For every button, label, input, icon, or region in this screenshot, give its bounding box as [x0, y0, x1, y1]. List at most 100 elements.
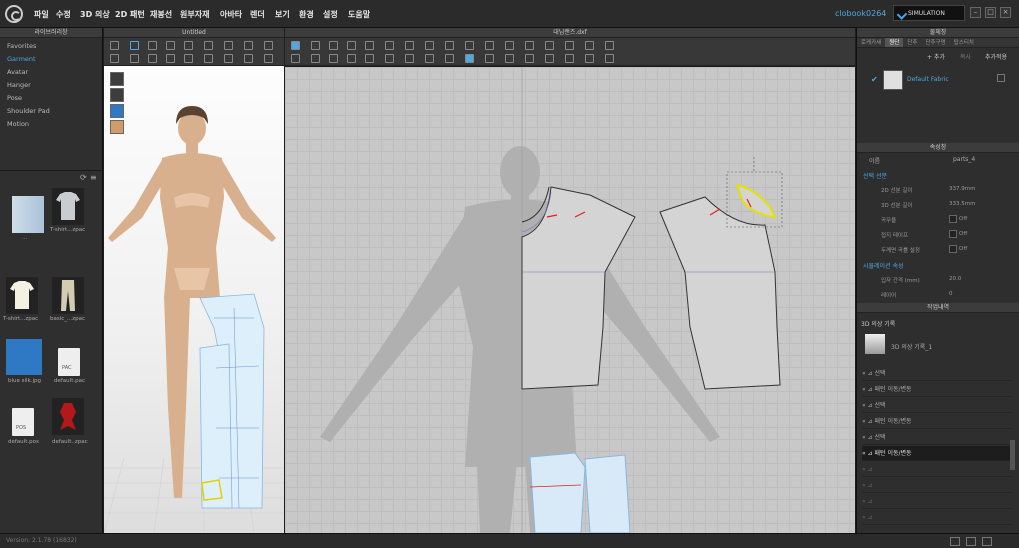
lock-tool-icon[interactable] [166, 54, 175, 63]
pin-tool-icon[interactable] [166, 41, 175, 50]
library-item-avatar[interactable]: Avatar [7, 68, 28, 76]
layout-single-icon[interactable] [950, 537, 960, 546]
texture-display-icon[interactable] [110, 104, 124, 118]
annotation-icon[interactable] [485, 54, 494, 63]
tshirt-thumbnail-2[interactable] [6, 277, 38, 314]
offset-icon[interactable] [565, 54, 574, 63]
fabric-swatch[interactable] [883, 70, 903, 90]
options-tool-icon[interactable] [264, 54, 273, 63]
stitch-tool-icon[interactable] [244, 41, 253, 50]
pants-thumbnail[interactable] [52, 277, 84, 314]
pos-file-icon[interactable]: POS [12, 408, 34, 436]
tape-tool-icon[interactable] [204, 41, 213, 50]
copy-fabric-button[interactable]: 복사 [960, 52, 971, 61]
measure-tool-icon[interactable] [184, 41, 193, 50]
history-row[interactable]: « ⊿ 선택 [862, 430, 1012, 445]
pattern-select-icon[interactable] [291, 41, 300, 50]
polygon-tool-icon[interactable] [347, 41, 356, 50]
garment-display-icon[interactable] [110, 88, 124, 102]
symmetric-icon[interactable] [545, 54, 554, 63]
free-sew-icon[interactable] [311, 54, 320, 63]
grade-icon[interactable] [445, 54, 454, 63]
pleat-icon[interactable] [365, 54, 374, 63]
menu-2d-pattern[interactable]: 2D 패턴 [115, 9, 145, 20]
history-row[interactable]: « ⊿ 패턴 이동/변동 [862, 414, 1012, 429]
tab-topstitch[interactable]: 탑스티치 [950, 38, 978, 47]
avatar-tool-icon[interactable] [148, 54, 157, 63]
menu-environment[interactable]: 환경 [299, 9, 314, 20]
fold-line-icon[interactable] [565, 41, 574, 50]
tuck-icon[interactable] [385, 54, 394, 63]
check-sew-icon[interactable] [329, 54, 338, 63]
history-record[interactable]: 3D 의상 기록_1 [891, 342, 932, 351]
trace-tool-icon[interactable] [445, 41, 454, 50]
history-row-disabled[interactable]: « ⊿ [862, 494, 1012, 509]
section-simulation[interactable]: 시뮬레이션 속성 [863, 261, 904, 270]
tab-fabric[interactable]: 원단 [885, 38, 904, 47]
2d-pattern-canvas[interactable] [285, 67, 855, 533]
history-row[interactable]: « ⊿ 선택 [862, 398, 1012, 413]
snap-icon[interactable] [585, 54, 594, 63]
light-tool-icon[interactable] [224, 54, 233, 63]
menu-edit[interactable]: 수정 [56, 9, 71, 20]
menu-avatar[interactable]: 아바타 [220, 9, 242, 20]
mirror-icon[interactable] [525, 54, 534, 63]
segment-sew-icon[interactable] [291, 54, 300, 63]
library-item-pose[interactable]: Pose [7, 94, 22, 102]
history-row-disabled[interactable]: « ⊿ [862, 478, 1012, 493]
buttonhole-tool-icon[interactable] [505, 41, 514, 50]
dart-tool-icon[interactable] [425, 41, 434, 50]
prop-layer-value[interactable]: 0 [949, 291, 953, 297]
tab-button[interactable]: 단추 [903, 38, 921, 47]
maximize-button[interactable]: □ [985, 7, 996, 18]
library-item-hanger[interactable]: Hanger [7, 81, 31, 89]
prop-particle-value[interactable]: 20.0 [949, 276, 961, 282]
user-name[interactable]: clobook0264 [835, 9, 886, 18]
history-scrollbar[interactable] [1010, 440, 1015, 470]
render-tool-icon[interactable] [244, 54, 253, 63]
sew-tool-icon[interactable] [264, 41, 273, 50]
library-item-garment[interactable]: Garment [7, 55, 36, 63]
grainline-icon[interactable] [605, 41, 614, 50]
cut-tool-icon[interactable] [224, 41, 233, 50]
menu-materials[interactable]: 원부자재 [180, 9, 209, 20]
refresh-icon[interactable]: ⟳ [80, 173, 87, 182]
menu-help[interactable]: 도움말 [348, 9, 370, 20]
menu-view[interactable]: 보기 [275, 9, 290, 20]
tshirt-thumbnail-1[interactable] [52, 188, 84, 225]
skin-display-icon[interactable] [110, 120, 124, 134]
walk-tool-icon[interactable] [110, 54, 119, 63]
copy-icon[interactable] [505, 54, 514, 63]
fabric-name[interactable]: Default Fabric [907, 76, 949, 83]
favorites-label[interactable]: Favorites [7, 42, 36, 50]
pattern-name-value[interactable]: parts_4 [953, 156, 975, 163]
visibility-tool-icon[interactable] [184, 54, 193, 63]
history-row-disabled[interactable]: « ⊿ [862, 462, 1012, 477]
red-garment-thumbnail[interactable] [52, 398, 84, 435]
select-tool-icon[interactable] [110, 41, 119, 50]
blue-silk-thumbnail[interactable] [6, 339, 42, 375]
layout-split-icon[interactable] [966, 537, 976, 546]
avatar-display-icon[interactable] [110, 72, 124, 86]
notch-tool-icon[interactable] [465, 41, 474, 50]
menu-sewing[interactable]: 재봉선 [150, 9, 172, 20]
tape-checkbox[interactable] [949, 230, 957, 238]
history-row[interactable]: « ⊿ 패턴 이동/변동 [862, 382, 1012, 397]
ruler-icon[interactable] [425, 54, 434, 63]
folder-thumbnail[interactable] [12, 196, 44, 233]
pac-file-icon[interactable]: PAC [58, 348, 80, 376]
library-item-motion[interactable]: Motion [7, 120, 29, 128]
history-row-selected[interactable]: « ⊿ 패턴 이동/변동 [862, 446, 1012, 461]
button-tool-icon[interactable] [485, 41, 494, 50]
layout-double-icon[interactable] [982, 537, 992, 546]
section-selected-line[interactable]: 선택 선분 [863, 171, 887, 180]
curvature-checkbox[interactable] [949, 215, 957, 223]
add-fabric-button[interactable]: + 추가 [927, 52, 945, 61]
tab-buttonhole[interactable]: 단추구멍 [922, 38, 950, 47]
history-thumbnail[interactable] [865, 334, 885, 354]
texture-tool-icon[interactable] [585, 41, 594, 50]
elastic-tool-icon[interactable] [545, 41, 554, 50]
arrange-tool-icon[interactable] [130, 54, 139, 63]
curve-edit-icon[interactable] [329, 41, 338, 50]
minimize-button[interactable]: – [970, 7, 981, 18]
